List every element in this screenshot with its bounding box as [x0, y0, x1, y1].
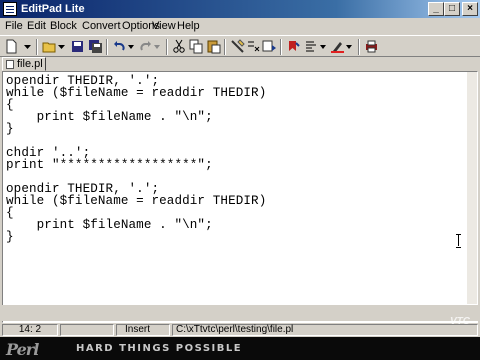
toolbar-separator	[36, 39, 38, 55]
word-wrap-dropdown-icon[interactable]	[316, 39, 331, 54]
new-file-dropdown-icon[interactable]	[20, 39, 35, 54]
footer-banner: Perl HARD THINGS POSSIBLE	[0, 337, 480, 360]
find-icon[interactable]	[230, 39, 245, 54]
cursor-position: 14: 2	[2, 324, 58, 336]
file-path: C:\xTtvtc\perl\testing\file.pl	[172, 324, 478, 336]
code-line-2: while ($fileName = readdir THEDIR)	[6, 86, 267, 100]
toolbar	[0, 35, 480, 57]
toolbar-separator	[358, 39, 360, 55]
minimize-button[interactable]: _	[428, 2, 444, 16]
close-button[interactable]: ×	[462, 2, 478, 16]
menu-file[interactable]: File	[5, 20, 23, 33]
code-line-14: }	[6, 230, 14, 244]
code-line-11: while ($fileName = readdir THEDIR)	[6, 194, 267, 208]
vtc-watermark: VTC	[450, 316, 470, 327]
code-line-13: print $fileName . "\n";	[6, 218, 213, 232]
title-bar[interactable]: EditPad Lite _ □ ×	[0, 0, 480, 18]
editpad-window: EditPad Lite _ □ × File Edit Block Conve…	[0, 0, 480, 337]
perl-logo: Perl	[6, 340, 39, 359]
editor-area[interactable]: opendir THEDIR, '.'; while ($fileName = …	[2, 71, 478, 323]
window-title: EditPad Lite	[21, 3, 85, 15]
tab-label: file.pl	[17, 58, 43, 70]
code-line-8: print "******************";	[6, 158, 213, 172]
horizontal-scrollbar[interactable]	[2, 305, 478, 321]
find-next-icon[interactable]	[262, 39, 277, 54]
slogan: HARD THINGS POSSIBLE	[76, 343, 243, 354]
bookmark-icon[interactable]	[286, 39, 301, 54]
save-all-icon[interactable]	[88, 39, 103, 54]
insert-mode[interactable]: Insert	[116, 324, 170, 336]
toolbar-separator	[280, 39, 282, 55]
menu-bar: File Edit Block Convert Options View Hel…	[0, 18, 480, 35]
vertical-scrollbar[interactable]	[467, 72, 477, 304]
open-dropdown-icon[interactable]	[55, 39, 70, 54]
replace-icon[interactable]	[246, 39, 261, 54]
code-line-4: print $fileName . "\n";	[6, 110, 213, 124]
menu-view[interactable]: View	[152, 20, 176, 33]
cut-icon[interactable]	[172, 39, 187, 54]
maximize-button[interactable]: □	[444, 2, 460, 16]
text-cursor-icon	[456, 234, 462, 248]
menu-convert[interactable]: Convert	[82, 20, 121, 33]
toolbar-separator	[224, 39, 226, 55]
copy-icon[interactable]	[189, 39, 204, 54]
color-dropdown-icon[interactable]	[342, 39, 357, 54]
save-icon[interactable]	[70, 39, 85, 54]
menu-block[interactable]: Block	[50, 20, 77, 33]
tab-file-pl[interactable]: file.pl	[2, 57, 46, 71]
new-file-icon[interactable]	[4, 39, 19, 54]
menu-help[interactable]: Help	[177, 20, 200, 33]
undo-dropdown-icon[interactable]	[124, 39, 139, 54]
document-icon	[6, 60, 14, 69]
redo-dropdown-icon[interactable]	[150, 39, 165, 54]
paste-icon[interactable]	[206, 39, 221, 54]
print-icon[interactable]	[364, 39, 379, 54]
blank-status-cell	[60, 324, 114, 336]
app-icon[interactable]	[3, 2, 17, 16]
code-line-5: }	[6, 122, 14, 136]
status-bar: 14: 2 Insert C:\xTtvtc\perl\testing\file…	[0, 323, 480, 337]
toolbar-separator	[166, 39, 168, 55]
menu-edit[interactable]: Edit	[27, 20, 46, 33]
tab-bar: file.pl	[0, 57, 480, 71]
toolbar-separator	[106, 39, 108, 55]
